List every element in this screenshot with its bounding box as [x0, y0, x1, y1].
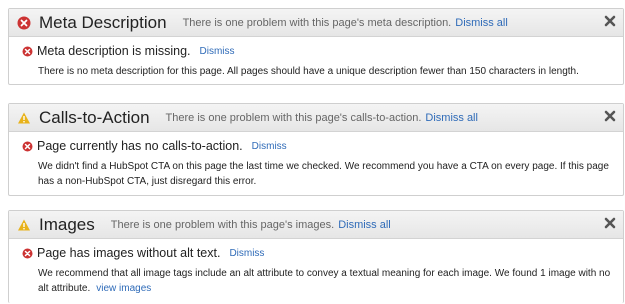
view-images-link[interactable]: view images: [96, 283, 151, 294]
dismiss-all-link[interactable]: Dismiss all: [338, 219, 391, 231]
calls-to-action-panel: Calls-to-Action There is one problem wit…: [8, 103, 624, 196]
meta-description-panel: Meta Description There is one problem wi…: [8, 8, 624, 85]
panel-title: Calls-to-Action: [39, 107, 150, 127]
dismiss-link[interactable]: Dismiss: [229, 248, 264, 259]
panel-header: Calls-to-Action There is one problem wit…: [9, 104, 623, 132]
warning-icon: [17, 218, 31, 232]
error-icon: [17, 16, 31, 30]
issue-title: Page currently has no calls-to-action.: [37, 139, 243, 153]
close-icon[interactable]: [603, 216, 617, 230]
dismiss-all-link[interactable]: Dismiss all: [425, 112, 478, 124]
panel-title: Images: [39, 214, 95, 234]
panel-summary: There is one problem with this page's me…: [182, 16, 452, 29]
close-icon[interactable]: [603, 14, 617, 28]
issue-description: We didn't find a HubSpot CTA on this pag…: [38, 161, 609, 187]
dismiss-all-link[interactable]: Dismiss all: [455, 17, 508, 29]
warning-icon: [17, 111, 31, 125]
issue-description: There is no meta description for this pa…: [38, 66, 579, 77]
panel-header: Images There is one problem with this pa…: [9, 211, 623, 239]
panel-title: Meta Description: [39, 12, 167, 32]
panel-summary: There is one problem with this page's ca…: [165, 111, 422, 124]
dismiss-link[interactable]: Dismiss: [200, 46, 235, 57]
close-icon[interactable]: [603, 109, 617, 123]
images-panel: Images There is one problem with this pa…: [8, 210, 624, 303]
error-icon: [22, 248, 33, 259]
issue-title: Meta description is missing.: [37, 44, 191, 58]
dismiss-link[interactable]: Dismiss: [252, 141, 287, 152]
issue-title: Page has images without alt text.: [37, 246, 221, 260]
panel-summary: There is one problem with this page's im…: [110, 218, 335, 231]
error-icon: [22, 141, 33, 152]
panel-header: Meta Description There is one problem wi…: [9, 9, 623, 37]
error-icon: [22, 46, 33, 57]
issue-description: We recommend that all image tags include…: [38, 266, 615, 296]
